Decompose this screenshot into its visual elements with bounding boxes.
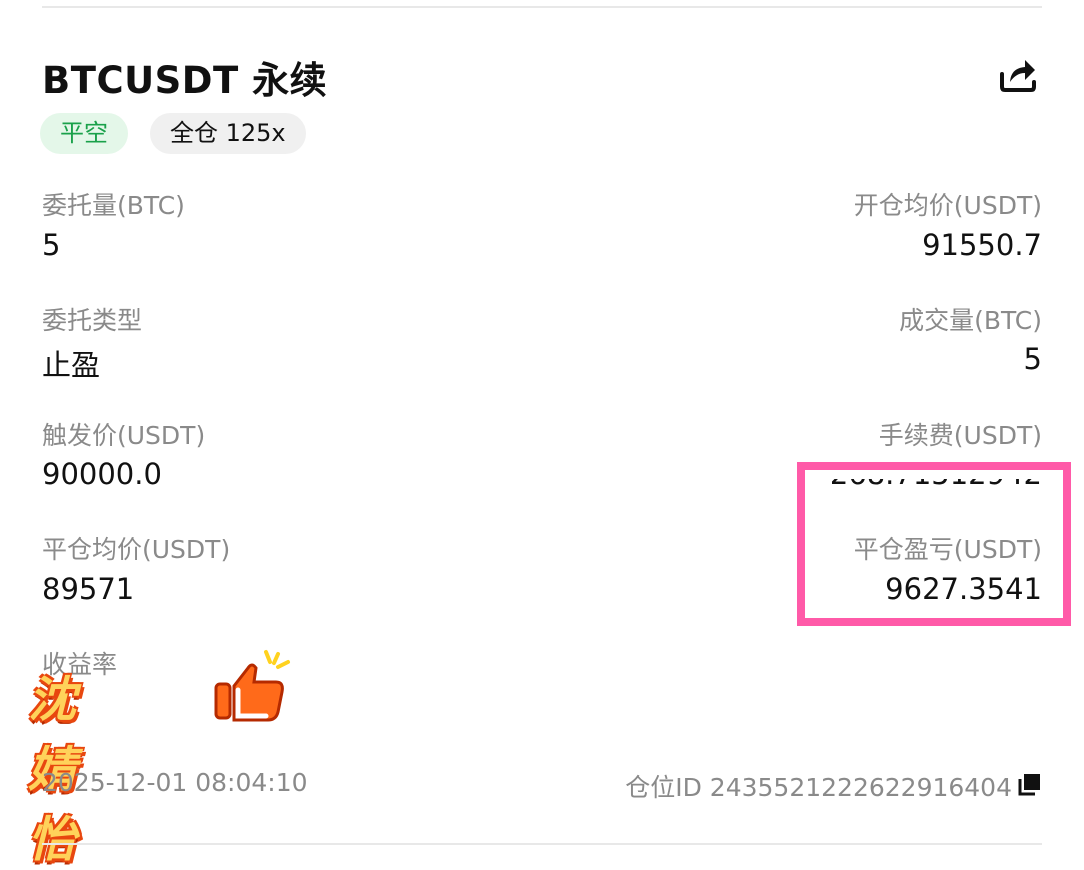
order-type-label: 委托类型 xyxy=(42,306,143,335)
thumbs-up-icon xyxy=(214,650,290,722)
pnl-highlight-box xyxy=(797,462,1071,626)
avg-close-label: 平仓均价(USDT) xyxy=(42,535,231,564)
filled-qty-label: 成交量(BTC) xyxy=(899,306,1042,335)
close-short-tag: 平空 xyxy=(40,113,128,154)
top-divider xyxy=(42,6,1042,8)
margin-leverage-tag: 全仓 125x xyxy=(150,113,306,154)
copy-icon[interactable] xyxy=(1016,772,1042,798)
avg-open-label: 开仓均价(USDT) xyxy=(853,191,1042,220)
avg-close-value: 89571 xyxy=(42,572,135,606)
share-icon[interactable] xyxy=(998,54,1038,94)
trigger-price-value: 90000.0 xyxy=(42,457,162,491)
order-qty-value: 5 xyxy=(42,228,61,262)
filled-qty-value: 5 xyxy=(1023,342,1042,376)
timestamp: 2025-12-01 08:04:10 xyxy=(42,768,308,797)
avg-open-value: 91550.7 xyxy=(922,228,1042,262)
order-type-value: 止盈 xyxy=(42,348,101,382)
order-qty-label: 委托量(BTC) xyxy=(42,191,185,220)
fee-label: 手续费(USDT) xyxy=(878,421,1042,450)
page-title: BTCUSDT 永续 xyxy=(42,59,328,102)
sticker-text: 沈婧怡 xyxy=(28,672,76,868)
trigger-price-label: 触发价(USDT) xyxy=(42,421,206,450)
position-id: 仓位ID 2435521222622916404 xyxy=(625,773,1012,802)
